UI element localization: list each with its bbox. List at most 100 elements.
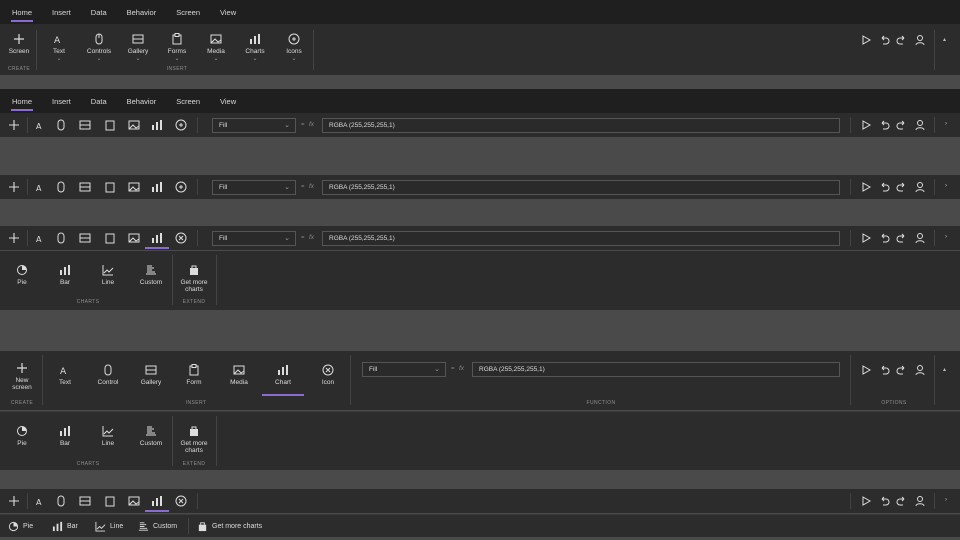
mouse-icon[interactable] xyxy=(54,494,68,508)
pie-chart-button[interactable]: Pie xyxy=(8,263,36,286)
media-button[interactable]: Media ⌄ xyxy=(203,32,229,62)
text-icon[interactable]: A xyxy=(34,118,48,132)
play-icon[interactable] xyxy=(860,119,872,131)
property-dropdown[interactable]: Fill ⌄ xyxy=(212,231,296,246)
tab-insert[interactable]: Insert xyxy=(48,89,83,113)
play-icon[interactable] xyxy=(860,34,872,46)
tab-data[interactable]: Data xyxy=(87,0,119,24)
bar-chart-button[interactable]: Bar xyxy=(51,263,79,286)
pie-chart-button[interactable]: Pie xyxy=(8,424,36,447)
tab-behavior[interactable]: Behavior xyxy=(123,0,169,24)
custom-chart-button[interactable]: Custom xyxy=(134,263,168,286)
property-dropdown[interactable]: Fill ⌄ xyxy=(212,180,296,195)
line-chart-button[interactable]: Line xyxy=(94,424,122,447)
gallery-button[interactable]: Gallery ⌄ xyxy=(124,32,152,62)
charts-button[interactable]: Charts ⌄ xyxy=(242,32,268,62)
expand-icon[interactable]: › xyxy=(945,121,947,127)
formula-bar[interactable]: RGBA (255,255,255,1) xyxy=(472,362,840,377)
undo-icon[interactable] xyxy=(878,364,890,376)
media-button[interactable]: Media xyxy=(224,363,254,386)
mouse-icon[interactable] xyxy=(54,180,68,194)
new-screen-button[interactable]: Screen xyxy=(6,32,32,55)
bar-chart-icon[interactable] xyxy=(150,494,164,508)
tab-screen[interactable]: Screen xyxy=(172,89,212,113)
form-icon[interactable] xyxy=(103,231,117,245)
formula-bar[interactable]: RGBA (255,255,255,1) xyxy=(322,180,840,195)
user-icon[interactable] xyxy=(914,181,926,193)
image-icon[interactable] xyxy=(127,118,141,132)
icons-icon[interactable] xyxy=(174,494,188,508)
bar-chip[interactable]: Bar xyxy=(52,521,78,532)
tab-view[interactable]: View xyxy=(216,0,248,24)
icons-icon[interactable] xyxy=(174,180,188,194)
icon-button[interactable]: Icon xyxy=(314,363,342,386)
get-more-charts-chip[interactable]: Get more charts xyxy=(197,521,262,532)
gallery-icon[interactable] xyxy=(78,231,92,245)
text-button[interactable]: A Text ⌄ xyxy=(46,32,72,62)
plus-icon[interactable] xyxy=(7,231,21,245)
property-dropdown[interactable]: Fill ⌄ xyxy=(362,362,446,377)
tab-home[interactable]: Home xyxy=(8,89,44,113)
line-chart-button[interactable]: Line xyxy=(94,263,122,286)
expand-icon[interactable]: › xyxy=(945,183,947,189)
redo-icon[interactable] xyxy=(896,232,908,244)
undo-icon[interactable] xyxy=(878,34,890,46)
gallery-icon[interactable] xyxy=(78,180,92,194)
custom-chart-button[interactable]: Custom xyxy=(134,424,168,447)
mouse-icon[interactable] xyxy=(54,231,68,245)
icons-icon[interactable] xyxy=(174,231,188,245)
tab-data[interactable]: Data xyxy=(87,89,119,113)
undo-icon[interactable] xyxy=(878,181,890,193)
icons-button[interactable]: Icons ⌄ xyxy=(281,32,307,62)
image-icon[interactable] xyxy=(127,180,141,194)
text-icon[interactable]: A xyxy=(34,231,48,245)
chart-button[interactable]: Chart xyxy=(269,363,297,386)
form-icon[interactable] xyxy=(103,118,117,132)
control-button[interactable]: Control xyxy=(92,363,124,386)
collapse-icon[interactable]: ▴ xyxy=(943,36,946,43)
user-icon[interactable] xyxy=(914,34,926,46)
tab-behavior[interactable]: Behavior xyxy=(123,89,169,113)
bar-chart-button[interactable]: Bar xyxy=(51,424,79,447)
property-dropdown[interactable]: Fill ⌄ xyxy=(212,118,296,133)
gallery-icon[interactable] xyxy=(78,118,92,132)
bar-chart-icon[interactable] xyxy=(150,180,164,194)
expand-icon[interactable]: › xyxy=(945,497,947,503)
form-button[interactable]: Form xyxy=(180,363,208,386)
text-button[interactable]: A Text xyxy=(52,363,78,386)
gallery-icon[interactable] xyxy=(78,494,92,508)
pie-chip[interactable]: Pie xyxy=(8,521,33,532)
user-icon[interactable] xyxy=(914,232,926,244)
bar-chart-icon[interactable] xyxy=(150,231,164,245)
tab-insert[interactable]: Insert xyxy=(48,0,83,24)
redo-icon[interactable] xyxy=(896,364,908,376)
tab-screen[interactable]: Screen xyxy=(172,0,212,24)
forms-button[interactable]: Forms ⌄ xyxy=(164,32,190,62)
tab-view[interactable]: View xyxy=(216,89,248,113)
bar-chart-icon[interactable] xyxy=(150,118,164,132)
image-icon[interactable] xyxy=(127,494,141,508)
formula-bar[interactable]: RGBA (255,255,255,1) xyxy=(322,118,840,133)
plus-icon[interactable] xyxy=(7,118,21,132)
form-icon[interactable] xyxy=(103,180,117,194)
tab-home[interactable]: Home xyxy=(8,0,44,24)
play-icon[interactable] xyxy=(860,181,872,193)
text-icon[interactable]: A xyxy=(34,494,48,508)
user-icon[interactable] xyxy=(914,495,926,507)
new-screen-button[interactable]: New screen xyxy=(6,361,38,391)
text-icon[interactable]: A xyxy=(34,180,48,194)
get-more-charts-button[interactable]: Get more charts xyxy=(176,263,212,293)
redo-icon[interactable] xyxy=(896,495,908,507)
play-icon[interactable] xyxy=(860,364,872,376)
play-icon[interactable] xyxy=(860,495,872,507)
get-more-charts-button[interactable]: Get more charts xyxy=(176,424,212,454)
custom-chip[interactable]: Custom xyxy=(138,521,177,532)
image-icon[interactable] xyxy=(127,231,141,245)
undo-icon[interactable] xyxy=(878,119,890,131)
icons-icon[interactable] xyxy=(174,118,188,132)
line-chip[interactable]: Line xyxy=(95,521,123,532)
user-icon[interactable] xyxy=(914,364,926,376)
undo-icon[interactable] xyxy=(878,232,890,244)
form-icon[interactable] xyxy=(103,494,117,508)
redo-icon[interactable] xyxy=(896,119,908,131)
